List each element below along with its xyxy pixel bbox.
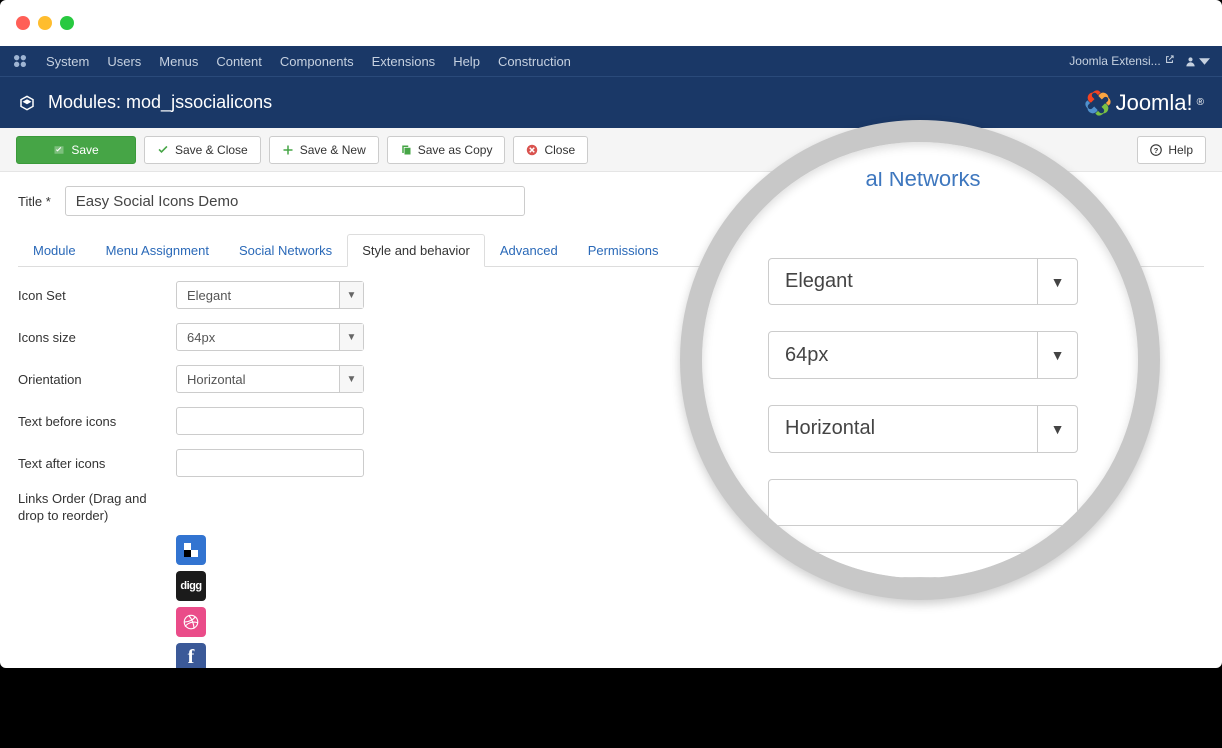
menu-help[interactable]: Help bbox=[453, 54, 480, 69]
text-after-input[interactable] bbox=[176, 449, 364, 477]
menubar-right: Joomla Extensi... bbox=[1069, 54, 1210, 68]
orientation-select[interactable]: Horizontal ▼ bbox=[176, 365, 364, 393]
save-copy-button[interactable]: Save as Copy bbox=[387, 136, 506, 164]
menu-construction[interactable]: Construction bbox=[498, 54, 571, 69]
joomla-brand-text: Joomla! bbox=[1116, 90, 1193, 116]
chevron-down-icon: ▼ bbox=[1037, 332, 1077, 378]
tab-style-behavior[interactable]: Style and behavior bbox=[347, 234, 485, 267]
page-header: Modules: mod_jssocialicons Joomla! ® bbox=[0, 76, 1222, 128]
title-label: Title * bbox=[18, 194, 51, 209]
help-label: Help bbox=[1168, 143, 1193, 157]
cancel-icon bbox=[526, 144, 538, 156]
social-digg-icon[interactable]: digg bbox=[176, 571, 206, 601]
menu-menus[interactable]: Menus bbox=[159, 54, 198, 69]
joomla-logo-icon bbox=[1084, 89, 1112, 117]
menu-users[interactable]: Users bbox=[107, 54, 141, 69]
orientation-value: Horizontal bbox=[177, 366, 339, 392]
social-facebook-icon[interactable]: f bbox=[176, 643, 206, 668]
text-before-input[interactable] bbox=[176, 407, 364, 435]
icons-size-value: 64px bbox=[177, 324, 339, 350]
icons-size-label: Icons size bbox=[18, 330, 176, 345]
site-link-label: Joomla Extensi... bbox=[1069, 54, 1160, 68]
menu-components[interactable]: Components bbox=[280, 54, 354, 69]
save-button[interactable]: Save bbox=[16, 136, 136, 164]
links-order-label: Links Order (Drag and drop to reorder) bbox=[18, 491, 176, 525]
menu-content[interactable]: Content bbox=[216, 54, 262, 69]
user-icon bbox=[1185, 56, 1196, 67]
chevron-down-icon: ▼ bbox=[339, 324, 363, 350]
traffic-minimize[interactable] bbox=[38, 16, 52, 30]
save-new-button[interactable]: Save & New bbox=[269, 136, 379, 164]
tab-social-networks[interactable]: Social Networks bbox=[224, 234, 347, 267]
chevron-down-icon: ▼ bbox=[339, 282, 363, 308]
mag-icon-set-value: Elegant bbox=[769, 259, 1037, 305]
title-input[interactable] bbox=[65, 186, 525, 216]
tab-permissions[interactable]: Permissions bbox=[573, 234, 674, 267]
mag-text-after-input[interactable] bbox=[768, 552, 1078, 578]
close-label: Close bbox=[544, 143, 575, 157]
check-icon bbox=[157, 144, 169, 156]
icons-size-select[interactable]: 64px ▼ bbox=[176, 323, 364, 351]
mag-icons-size-select[interactable]: 64px ▼ bbox=[768, 331, 1078, 379]
icon-set-label: Icon Set bbox=[18, 288, 176, 303]
text-after-label: Text after icons bbox=[18, 456, 176, 471]
social-delicious-icon[interactable] bbox=[176, 535, 206, 565]
help-button[interactable]: ? Help bbox=[1137, 136, 1206, 164]
mag-icons-size-value: 64px bbox=[769, 332, 1037, 378]
external-link-icon bbox=[1164, 54, 1175, 65]
chevron-down-icon: ▼ bbox=[339, 366, 363, 392]
text-before-label: Text before icons bbox=[18, 414, 176, 429]
magnifier-overlay: al Networks Elegant ▼ 64px ▼ Horizontal … bbox=[680, 120, 1160, 600]
site-link[interactable]: Joomla Extensi... bbox=[1069, 54, 1175, 68]
mac-window-chrome bbox=[0, 0, 1222, 46]
menubar-left: System Users Menus Content Components Ex… bbox=[12, 53, 571, 69]
mag-header-partial: al Networks bbox=[866, 172, 981, 192]
menu-extensions[interactable]: Extensions bbox=[372, 54, 436, 69]
tab-module[interactable]: Module bbox=[18, 234, 91, 267]
check-icon bbox=[53, 144, 65, 156]
trademark-icon: ® bbox=[1197, 97, 1204, 108]
cube-icon bbox=[18, 94, 36, 112]
question-icon: ? bbox=[1150, 144, 1162, 156]
save-close-button[interactable]: Save & Close bbox=[144, 136, 261, 164]
tab-advanced[interactable]: Advanced bbox=[485, 234, 573, 267]
caret-down-icon bbox=[1199, 56, 1210, 67]
save-label: Save bbox=[71, 143, 98, 157]
save-close-label: Save & Close bbox=[175, 143, 248, 157]
mag-icon-set-select[interactable]: Elegant ▼ bbox=[768, 258, 1078, 306]
save-new-label: Save & New bbox=[300, 143, 366, 157]
close-button[interactable]: Close bbox=[513, 136, 588, 164]
chevron-down-icon: ▼ bbox=[1037, 259, 1077, 305]
svg-text:?: ? bbox=[1154, 146, 1159, 155]
icon-set-select[interactable]: Elegant ▼ bbox=[176, 281, 364, 309]
joomla-icon bbox=[12, 53, 28, 69]
page-title: Modules: mod_jssocialicons bbox=[48, 92, 272, 113]
icon-set-value: Elegant bbox=[177, 282, 339, 308]
chevron-down-icon: ▼ bbox=[1037, 406, 1077, 452]
links-order-list: digg f bbox=[176, 535, 206, 668]
magnifier-inner: al Networks Elegant ▼ 64px ▼ Horizontal … bbox=[702, 142, 1138, 578]
plus-icon bbox=[282, 144, 294, 156]
social-dribbble-icon[interactable] bbox=[176, 607, 206, 637]
traffic-close[interactable] bbox=[16, 16, 30, 30]
user-menu[interactable] bbox=[1185, 56, 1210, 67]
mag-text-before-input[interactable] bbox=[768, 479, 1078, 527]
tab-menu-assignment[interactable]: Menu Assignment bbox=[91, 234, 224, 267]
mag-orientation-value: Horizontal bbox=[769, 406, 1037, 452]
traffic-zoom[interactable] bbox=[60, 16, 74, 30]
menu-system[interactable]: System bbox=[46, 54, 89, 69]
orientation-label: Orientation bbox=[18, 372, 176, 387]
joomla-brand: Joomla! ® bbox=[1084, 89, 1204, 117]
save-copy-label: Save as Copy bbox=[418, 143, 493, 157]
copy-icon bbox=[400, 144, 412, 156]
page-header-left: Modules: mod_jssocialicons bbox=[18, 92, 272, 113]
admin-menubar: System Users Menus Content Components Ex… bbox=[0, 46, 1222, 76]
mag-orientation-select[interactable]: Horizontal ▼ bbox=[768, 405, 1078, 453]
